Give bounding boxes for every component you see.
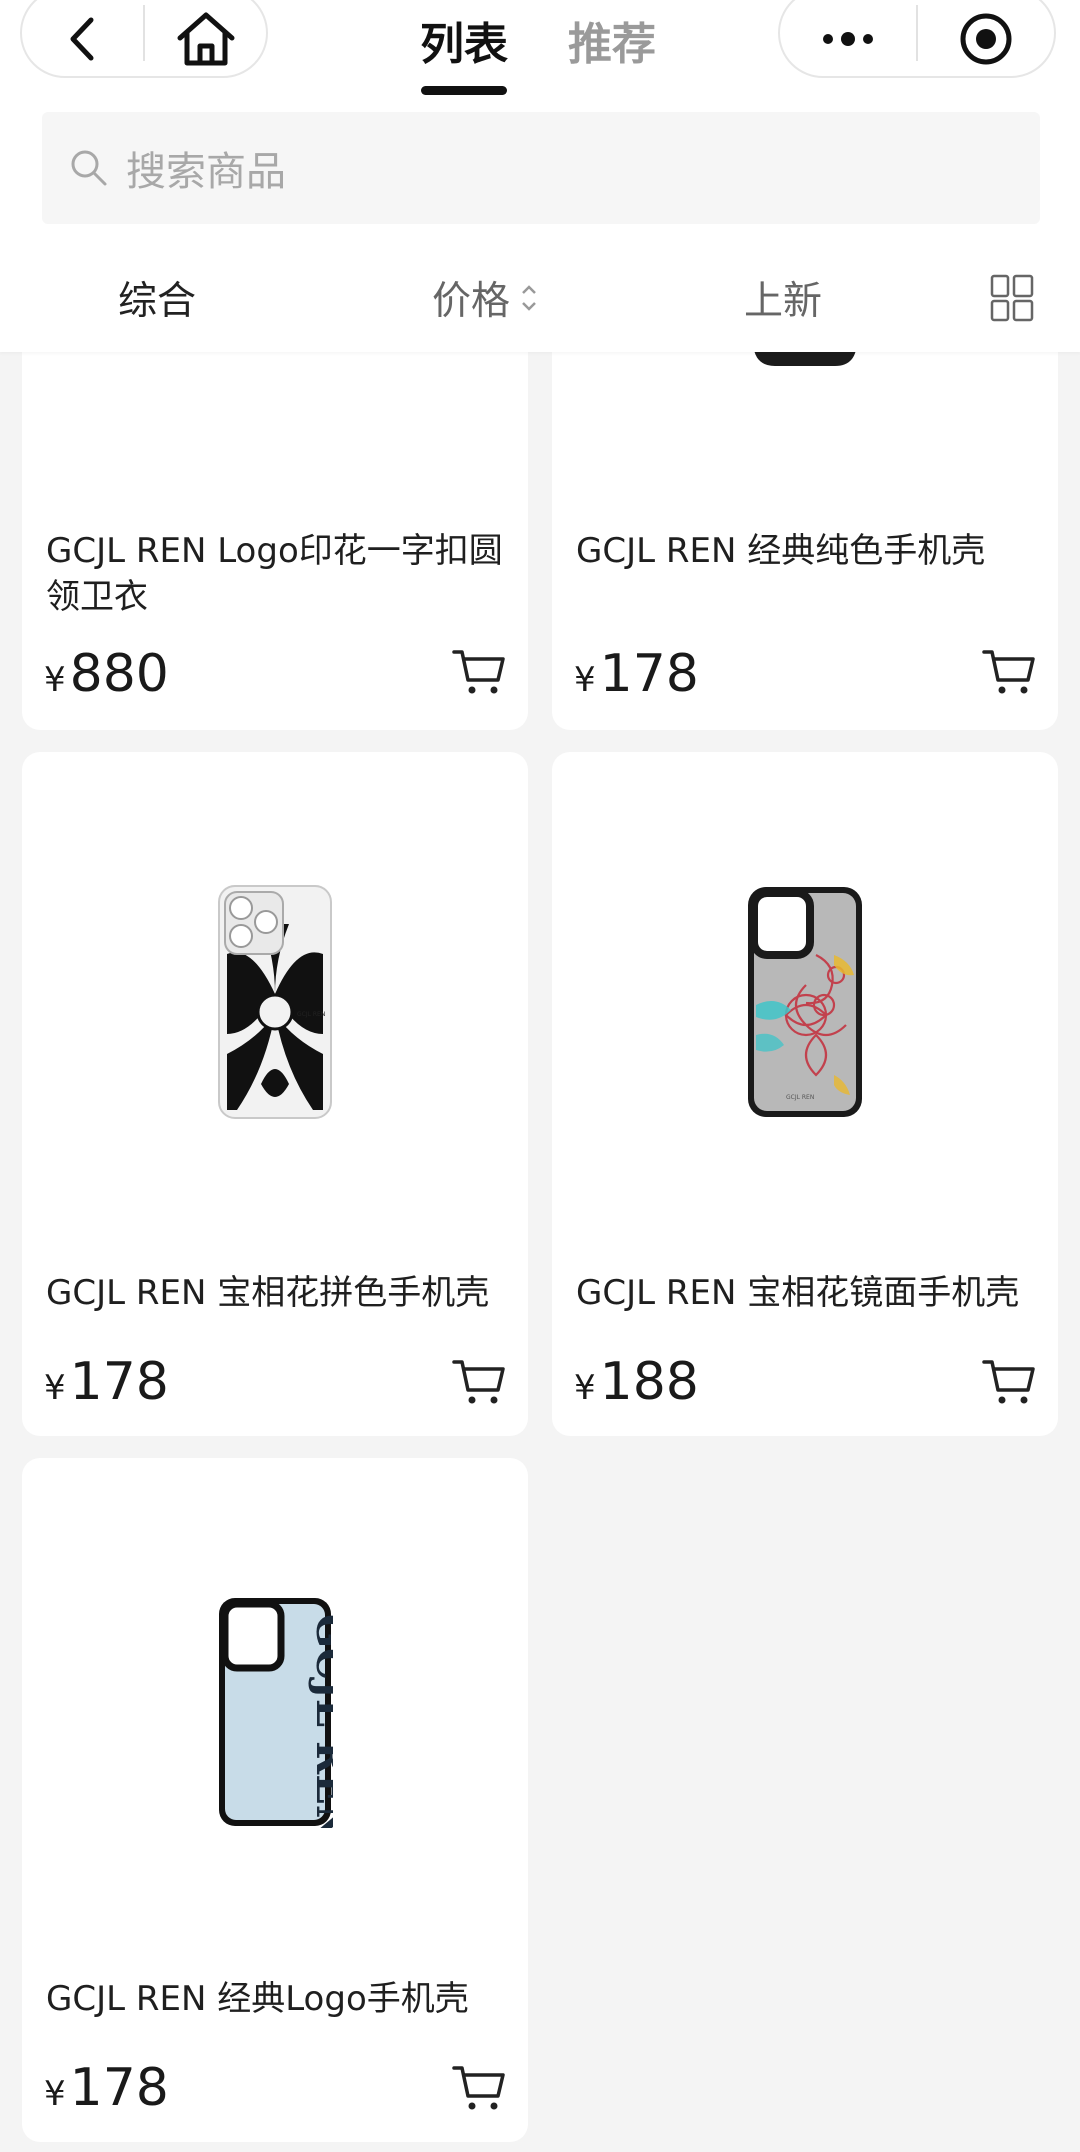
top-bar: 列表 推荐 (0, 0, 1080, 110)
add-to-cart-button[interactable] (982, 646, 1036, 700)
product-title: GCJL REN 宝相花镜面手机壳 (576, 1273, 1020, 1313)
phone-case-image: GCJL REN (218, 885, 332, 1119)
cart-icon (982, 650, 1035, 694)
sort-comprehensive[interactable]: 综合 (118, 270, 196, 326)
case-logo-text: GCJL REN (297, 1011, 325, 1018)
product-title: GCJL REN 经典Logo手机壳 (46, 1979, 469, 2019)
price-value: 188 (599, 1352, 699, 1412)
cart-icon (982, 1360, 1035, 1404)
currency-symbol: ¥ (574, 660, 596, 700)
more-button[interactable] (780, 0, 916, 76)
price-value: 880 (69, 644, 169, 704)
sort-arrows-icon (522, 285, 536, 311)
price-value: 178 (69, 2058, 169, 2118)
product-price: ¥ 178 (44, 1352, 169, 1412)
currency-symbol: ¥ (44, 660, 66, 700)
product-price: ¥ 178 (44, 2058, 169, 2118)
add-to-cart-button[interactable] (982, 1356, 1036, 1410)
add-to-cart-button[interactable] (452, 646, 506, 700)
product-title: GCJL REN 宝相花拼色手机壳 (46, 1273, 490, 1313)
cart-icon (452, 1360, 505, 1404)
add-to-cart-button[interactable] (452, 1356, 506, 1410)
tab-recommend-label: 推荐 (568, 19, 656, 70)
product-image: GCJL REN (552, 882, 1058, 1122)
sort-newest[interactable]: 上新 (744, 270, 822, 326)
phone-case-image: GCJL REN (219, 1598, 333, 1828)
phone-case-image: GCJL REN (748, 887, 862, 1117)
search-section: 搜索商品 (0, 110, 1080, 240)
sort-bar: 综合 价格 上新 (0, 240, 1080, 352)
close-target-icon (960, 13, 1012, 65)
sort-price[interactable]: 价格 (432, 270, 540, 326)
currency-symbol: ¥ (44, 1368, 66, 1408)
sort-price-label: 价格 (432, 279, 511, 324)
menu-capsule (778, 0, 1056, 78)
tab-list-label: 列表 (420, 19, 508, 70)
product-image: GCJL REN (22, 1594, 528, 1830)
product-card[interactable]: GCJL REN 经典纯色手机壳 ¥ 178 (552, 300, 1058, 730)
nav-capsule (20, 0, 268, 78)
tab-recommend[interactable]: 推荐 (568, 0, 656, 110)
price-value: 178 (69, 1352, 169, 1412)
product-card[interactable]: GCJL REN GCJL REN 经典Logo手机壳 ¥ 178 (22, 1458, 528, 2142)
back-icon (70, 17, 93, 61)
price-value: 178 (599, 644, 699, 704)
product-title: GCJL REN Logo印花一字扣圆领卫衣 (46, 531, 503, 617)
view-toggle-button[interactable] (990, 274, 1034, 326)
close-miniapp-button[interactable] (918, 0, 1054, 76)
tab-active-indicator (421, 86, 507, 95)
product-card[interactable]: GCJL REN GCJL REN 宝相花镜面手机壳 ¥ 188 (552, 752, 1058, 1436)
search-icon (71, 150, 107, 186)
case-logo-text: GCJL REN (786, 1094, 814, 1101)
cart-icon (452, 2066, 505, 2110)
currency-symbol: ¥ (574, 1368, 596, 1408)
product-price: ¥ 880 (44, 644, 169, 704)
back-button[interactable] (22, 0, 143, 76)
product-price: ¥ 188 (574, 1352, 699, 1412)
product-image: GCJL REN (22, 882, 528, 1122)
cart-icon (452, 650, 505, 694)
product-title: GCJL REN 经典纯色手机壳 (576, 531, 986, 571)
more-icon (823, 32, 873, 46)
add-to-cart-button[interactable] (452, 2062, 506, 2116)
case-logo-text: GCJL REN (307, 1614, 333, 1828)
search-placeholder: 搜索商品 (126, 149, 286, 195)
product-price: ¥ 178 (574, 644, 699, 704)
tab-list[interactable]: 列表 (420, 0, 508, 110)
product-card[interactable]: GCJL REN GCJL REN 宝相花拼色手机壳 ¥ 178 (22, 752, 528, 1436)
grid-view-icon (990, 274, 1034, 322)
home-button[interactable] (145, 0, 266, 76)
currency-symbol: ¥ (44, 2074, 66, 2114)
search-input[interactable]: 搜索商品 (42, 112, 1040, 224)
product-card[interactable]: GCJL REN Logo印花一字扣圆领卫衣 ¥ 880 (22, 300, 528, 730)
top-tabs: 列表 推荐 (420, 0, 656, 110)
home-icon (177, 12, 234, 66)
